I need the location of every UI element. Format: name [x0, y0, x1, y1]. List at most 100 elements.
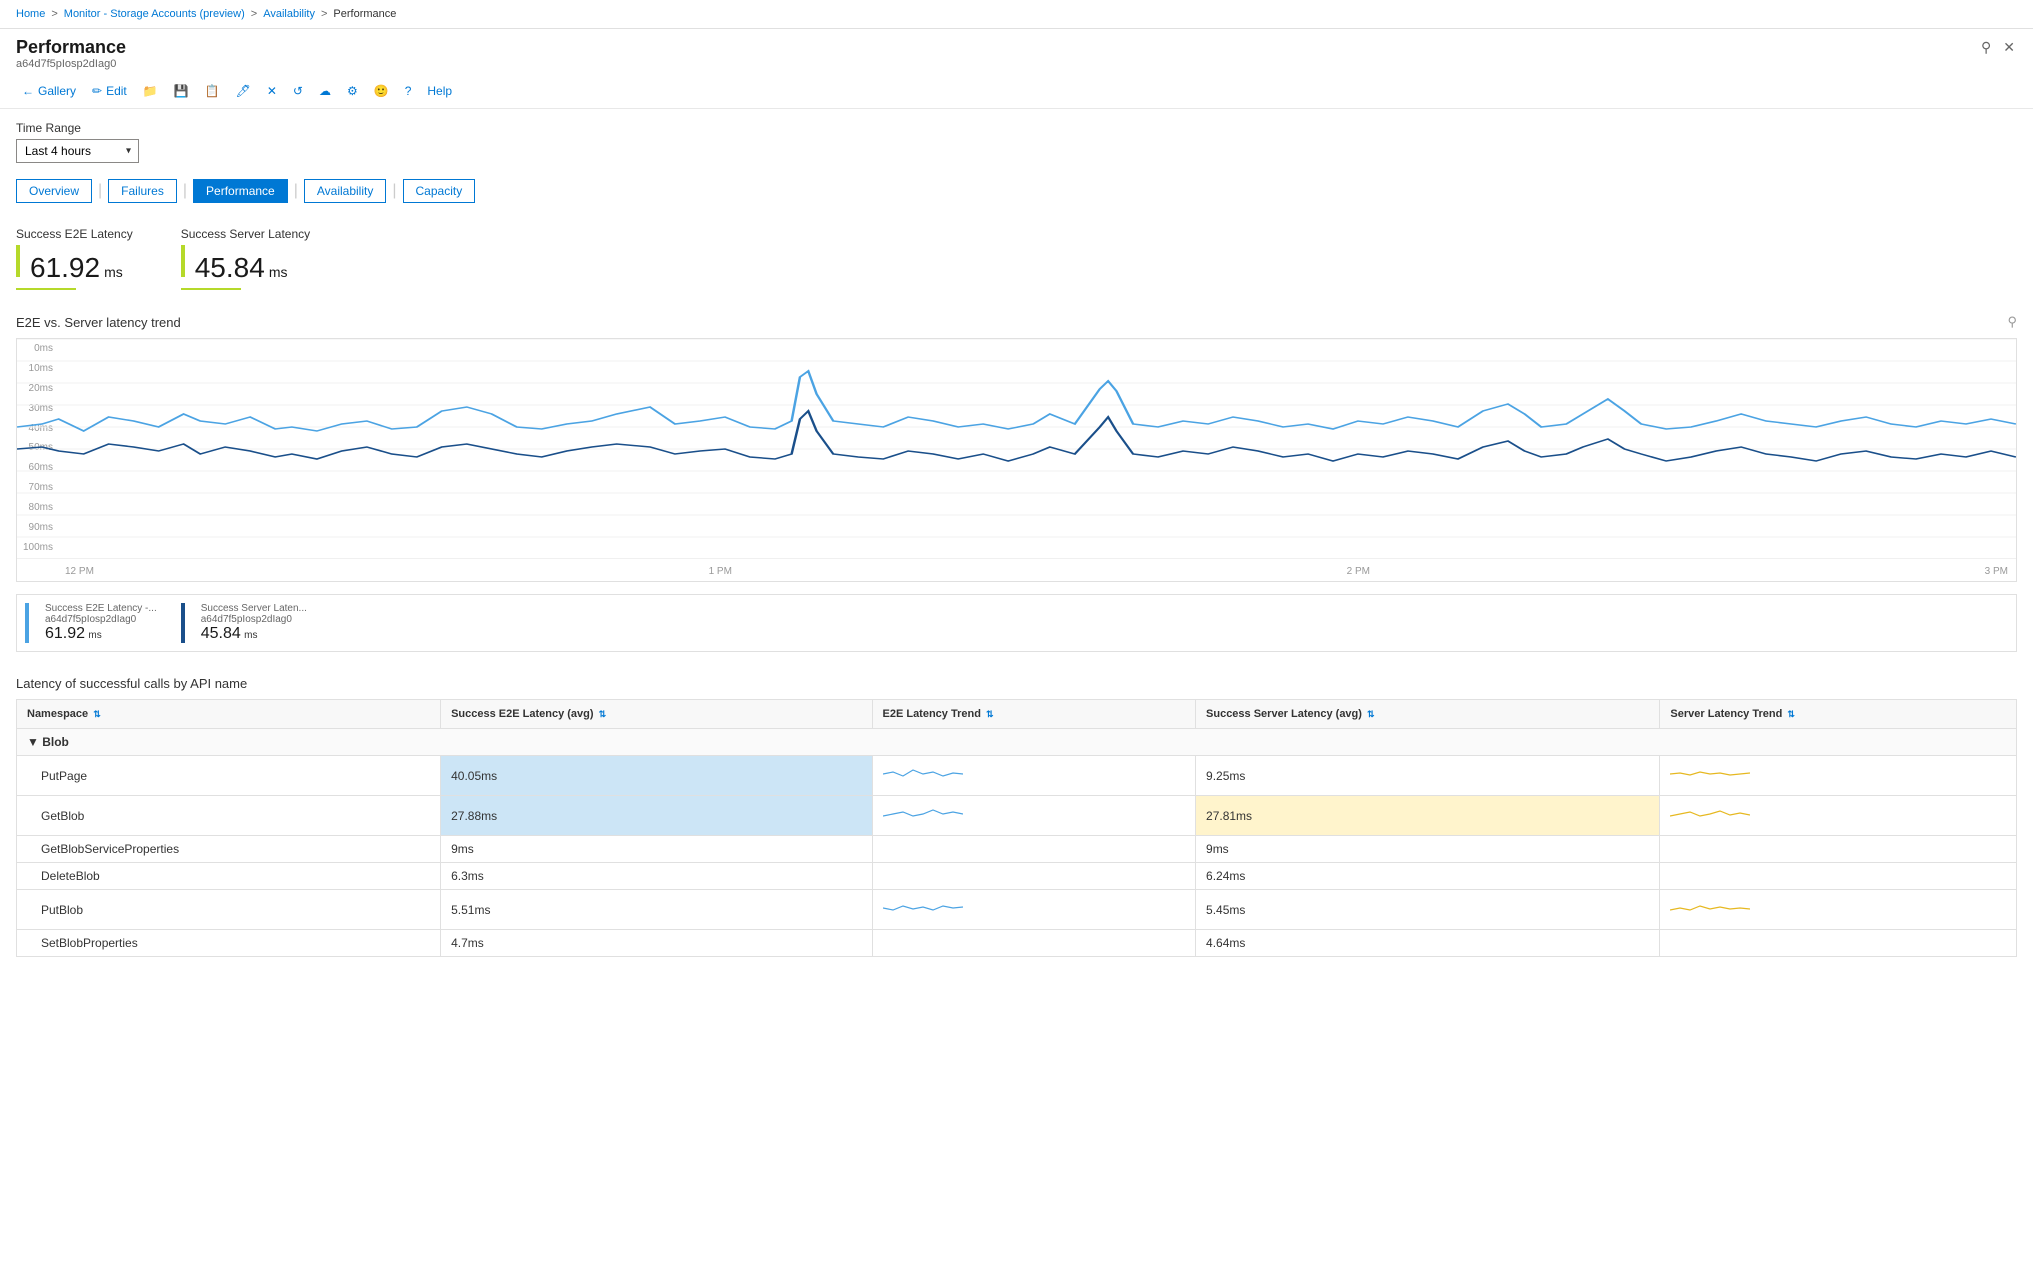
table-row: GetBlob 27.88ms 27.81ms	[17, 796, 2017, 836]
metric-server-latency: Success Server Latency 45.84 ms	[181, 227, 310, 290]
time-range-label: Time Range	[16, 121, 2017, 135]
pen-button[interactable]: 🖊	[230, 80, 257, 102]
time-range-select[interactable]: Last 30 minutes Last hour Last 4 hours L…	[16, 139, 139, 163]
cell-server: 27.81ms	[1196, 796, 1660, 836]
table-header-row: Namespace ⇅ Success E2E Latency (avg) ⇅ …	[17, 700, 2017, 729]
metric-e2e-latency: Success E2E Latency 61.92 ms	[16, 227, 133, 290]
sparkline-server-putblob	[1670, 896, 1750, 920]
legend-server-value-row: 45.84 ms	[201, 625, 307, 643]
cell-e2e-trend	[872, 756, 1196, 796]
tab-overview[interactable]: Overview	[16, 179, 92, 203]
sort-e2e[interactable]: ⇅	[599, 709, 607, 719]
folder-icon: 📁	[143, 84, 158, 98]
gallery-label: Gallery	[38, 84, 76, 98]
toolbar: ← Gallery ✏ Edit 📁 💾 📋 🖊 ✕ ↺ ☁ ⚙ 🙂 ? Hel…	[0, 74, 2033, 109]
legend-e2e-text: Success E2E Latency -... a64d7f5pIosp2dI…	[45, 603, 157, 643]
legend-server-text: Success Server Laten... a64d7f5pIosp2dIa…	[201, 603, 307, 643]
clear-button[interactable]: ✕	[261, 80, 283, 102]
sort-server[interactable]: ⇅	[1367, 709, 1375, 719]
cloud-icon: ☁	[319, 84, 331, 98]
breadcrumb-availability[interactable]: Availability	[263, 8, 315, 20]
cell-server: 6.24ms	[1196, 863, 1660, 890]
share-button[interactable]: ⚙	[341, 80, 364, 102]
x-label-12pm: 12 PM	[65, 566, 94, 577]
cell-e2e-trend	[872, 930, 1196, 957]
metric-server-underline	[181, 288, 241, 290]
chart-container: 100ms 90ms 80ms 70ms 60ms 50ms 40ms 30ms…	[16, 338, 2017, 582]
refresh-button[interactable]: ↺	[287, 80, 309, 102]
legend-e2e-unit: ms	[88, 630, 101, 641]
main-content: Time Range Last 30 minutes Last hour Las…	[0, 109, 2033, 1275]
pin-button[interactable]: ⚲	[1979, 37, 1993, 58]
cell-e2e: 9ms	[441, 836, 872, 863]
edit-button[interactable]: ✏ Edit	[86, 80, 133, 102]
cell-server-trend	[1660, 756, 2017, 796]
help-button[interactable]: Help	[421, 80, 458, 102]
sparkline-e2e-getblob	[883, 802, 963, 826]
x-label-3pm: 3 PM	[1985, 566, 2008, 577]
emoji-button[interactable]: 🙂	[368, 80, 395, 102]
table-row: PutBlob 5.51ms 5.45ms	[17, 890, 2017, 930]
cell-e2e-trend	[872, 836, 1196, 863]
table-body: ▼ Blob PutPage 40.05ms 9.25ms	[17, 729, 2017, 957]
metric-e2e-unit: ms	[104, 264, 123, 280]
cell-server-trend	[1660, 836, 2017, 863]
x-label-2pm: 2 PM	[1347, 566, 1370, 577]
close-button[interactable]: ✕	[2001, 37, 2017, 58]
legend-server-value: 45.84	[201, 625, 241, 642]
table-row: GetBlobServiceProperties 9ms 9ms	[17, 836, 2017, 863]
copy-button[interactable]: 📋	[199, 80, 226, 102]
tab-capacity[interactable]: Capacity	[403, 179, 476, 203]
time-range-section: Time Range Last 30 minutes Last hour Las…	[16, 121, 2017, 163]
save-button[interactable]: 💾	[168, 80, 195, 102]
sort-namespace[interactable]: ⇅	[93, 709, 101, 719]
sparkline-e2e-putpage	[883, 762, 963, 786]
metric-server-value-row: 45.84 ms	[181, 245, 310, 284]
pen-icon: 🖊	[236, 84, 251, 98]
metric-server-bar	[181, 245, 185, 277]
cell-e2e-trend	[872, 863, 1196, 890]
metrics-row: Success E2E Latency 61.92 ms Success Ser…	[16, 227, 2017, 290]
chart-section: E2E vs. Server latency trend ⚲ 100ms 90m…	[16, 314, 2017, 652]
table-title: Latency of successful calls by API name	[16, 676, 2017, 691]
cell-server-trend	[1660, 890, 2017, 930]
legend-server-bar	[181, 603, 185, 643]
tab-failures[interactable]: Failures	[108, 179, 177, 203]
breadcrumb-sep-3: >	[321, 8, 327, 20]
cell-e2e: 4.7ms	[441, 930, 872, 957]
breadcrumb-home[interactable]: Home	[16, 8, 45, 20]
tab-sep-3: |	[294, 182, 298, 200]
header-actions: ⚲ ✕	[1979, 37, 2017, 58]
sort-e2e-trend[interactable]: ⇅	[986, 709, 994, 719]
tab-sep-4: |	[392, 182, 396, 200]
cell-namespace: PutPage	[17, 756, 441, 796]
chart-legend: Success E2E Latency -... a64d7f5pIosp2dI…	[16, 594, 2017, 652]
legend-e2e-sublabel: a64d7f5pIosp2dIag0	[45, 614, 157, 625]
chart-title: E2E vs. Server latency trend ⚲	[16, 314, 2017, 330]
help-label: Help	[427, 84, 452, 98]
tab-performance[interactable]: Performance	[193, 179, 288, 203]
metric-e2e-value-row: 61.92 ms	[16, 245, 133, 284]
share-icon: ⚙	[347, 84, 358, 98]
page-title: Performance	[16, 37, 126, 58]
cell-server: 5.45ms	[1196, 890, 1660, 930]
gallery-button[interactable]: ← Gallery	[16, 80, 82, 102]
sort-server-trend[interactable]: ⇅	[1787, 709, 1795, 719]
breadcrumb-monitor[interactable]: Monitor - Storage Accounts (preview)	[64, 8, 245, 20]
table-section: Latency of successful calls by API name …	[16, 676, 2017, 957]
legend-server-label: Success Server Laten...	[201, 603, 307, 614]
tab-availability[interactable]: Availability	[304, 179, 386, 203]
folder-button[interactable]: 📁	[137, 80, 164, 102]
server-latency-line	[17, 411, 2016, 461]
metric-e2e-value: 61.92	[30, 252, 100, 284]
pin-chart-icon[interactable]: ⚲	[2007, 314, 2017, 330]
cell-e2e: 27.88ms	[441, 796, 872, 836]
col-e2e-trend: E2E Latency Trend ⇅	[872, 700, 1196, 729]
table-row: PutPage 40.05ms 9.25ms	[17, 756, 2017, 796]
e2e-latency-line	[17, 371, 2016, 431]
cloud-button[interactable]: ☁	[313, 80, 337, 102]
sparkline-server-putpage	[1670, 762, 1750, 786]
question-button[interactable]: ?	[399, 80, 418, 102]
breadcrumb-current: Performance	[333, 8, 396, 20]
metric-e2e-underline	[16, 288, 76, 290]
